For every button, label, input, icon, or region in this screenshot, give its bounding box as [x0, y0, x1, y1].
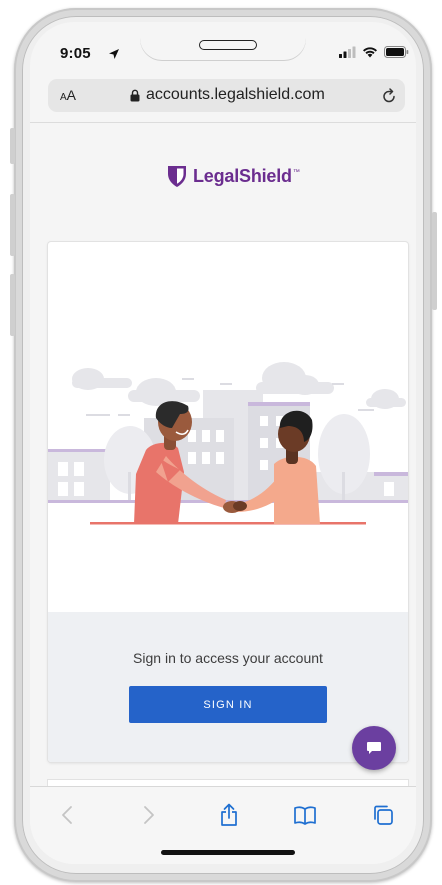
volume-up-button — [10, 194, 15, 256]
reload-icon[interactable] — [381, 88, 397, 104]
share-icon — [221, 803, 237, 826]
battery-icon — [384, 46, 409, 58]
url-text: accounts.legalshield.com — [146, 86, 325, 103]
share-button[interactable] — [214, 801, 244, 829]
shield-icon — [168, 166, 186, 187]
legalshield-logo: LegalShield ™ — [167, 164, 300, 188]
chat-button[interactable] — [352, 726, 396, 770]
signin-prompt: Sign in to access your account — [133, 650, 323, 666]
address-bar[interactable]: AA accounts.legalshield.com — [48, 79, 405, 112]
forward-chevron-icon — [144, 806, 154, 824]
url-display[interactable]: accounts.legalshield.com — [130, 86, 325, 104]
home-indicator[interactable] — [161, 850, 295, 855]
back-button[interactable] — [52, 801, 82, 829]
header-divider — [30, 122, 416, 123]
chat-bubble-icon — [367, 742, 381, 754]
status-time: 9:05 — [60, 45, 91, 62]
text-size-button[interactable]: AA — [60, 87, 76, 103]
location-arrow-icon — [109, 49, 119, 59]
screen: 9:05 AA accounts.legalshield.com LegalSh… — [30, 22, 416, 864]
bookmarks-button[interactable] — [290, 801, 320, 829]
speaker — [199, 40, 257, 50]
handshake-illustration — [48, 362, 408, 525]
mute-switch — [10, 128, 15, 164]
lock-icon — [130, 89, 140, 101]
signin-card: Sign in to access your account SIGN IN — [48, 242, 408, 762]
forward-button[interactable] — [134, 801, 164, 829]
volume-down-button — [10, 274, 15, 336]
tabs-icon — [374, 805, 393, 825]
tabs-button[interactable] — [368, 801, 398, 829]
back-chevron-icon — [62, 806, 72, 824]
status-icons — [339, 46, 409, 58]
signin-button[interactable]: SIGN IN — [129, 686, 327, 723]
power-button — [432, 212, 437, 310]
cellular-signal-icon — [339, 46, 356, 58]
wifi-icon — [363, 47, 377, 58]
bookmarks-icon — [294, 806, 316, 825]
brand-name: LegalShield — [193, 165, 292, 186]
